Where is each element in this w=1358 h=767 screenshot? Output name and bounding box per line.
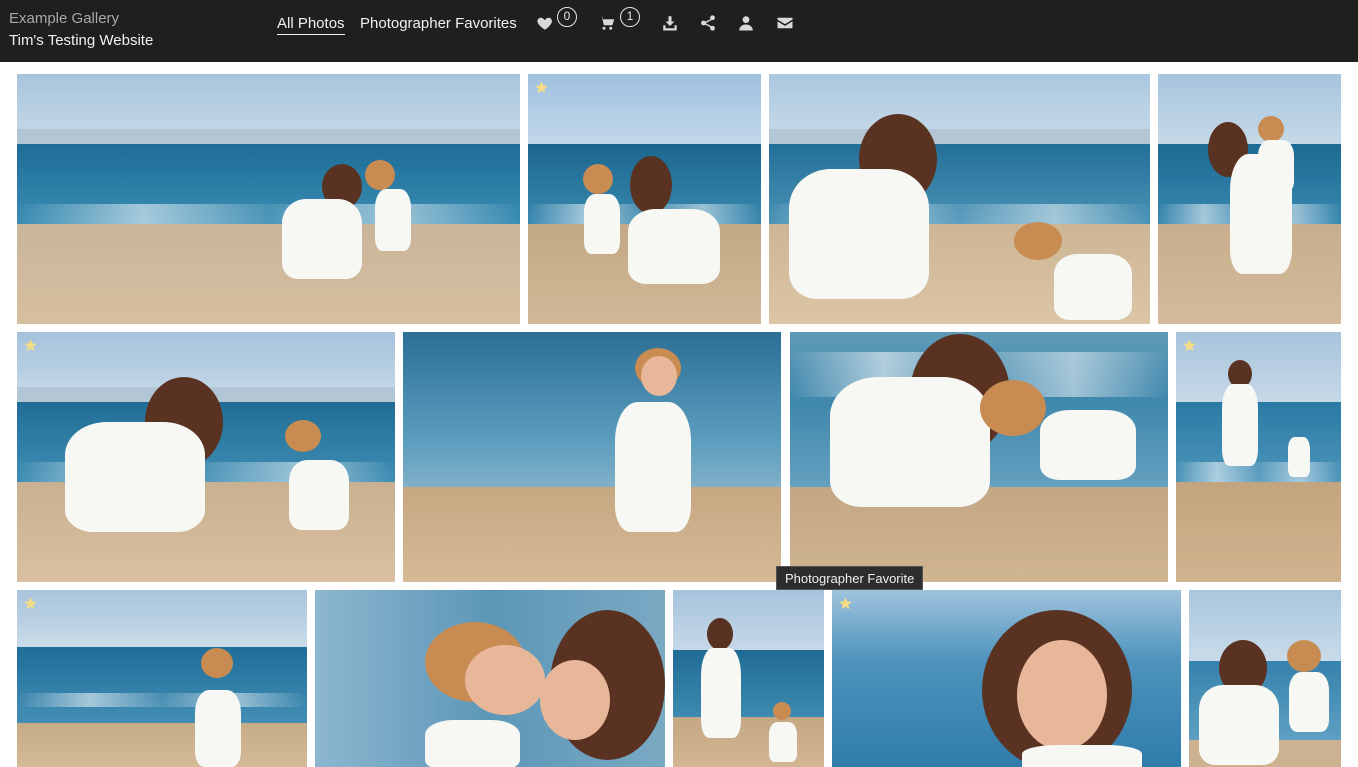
heart-icon[interactable]: [536, 14, 554, 32]
photo-5[interactable]: [17, 332, 395, 582]
photo-8[interactable]: [1176, 332, 1341, 582]
photo-4[interactable]: [1158, 74, 1341, 324]
photo-6[interactable]: [403, 332, 781, 582]
photo-12[interactable]: [832, 590, 1181, 767]
user-icon[interactable]: [737, 14, 755, 32]
cart-icon[interactable]: [598, 14, 616, 32]
nav-photographer-favorites[interactable]: Photographer Favorites: [360, 15, 517, 34]
mail-icon[interactable]: [776, 14, 794, 32]
favorite-star-icon[interactable]: [838, 596, 853, 611]
photo-9[interactable]: [17, 590, 307, 767]
favorite-star-icon[interactable]: [1182, 338, 1197, 353]
photo-3[interactable]: [769, 74, 1150, 324]
photo-13[interactable]: [1189, 590, 1341, 767]
gallery-name: Example Gallery: [9, 10, 120, 27]
site-name: Tim's Testing Website: [9, 32, 154, 49]
photo-2[interactable]: [528, 74, 761, 324]
favorite-tooltip: Photographer Favorite: [776, 566, 924, 590]
favorite-star-icon[interactable]: [23, 338, 38, 353]
favorite-star-icon[interactable]: [23, 596, 38, 611]
photo-7[interactable]: [790, 332, 1168, 582]
share-icon[interactable]: [699, 14, 717, 32]
download-icon[interactable]: [661, 14, 679, 32]
top-bar: Example Gallery Tim's Testing Website Al…: [0, 0, 1358, 62]
favorite-star-icon[interactable]: [534, 80, 549, 95]
photo-11[interactable]: [673, 590, 824, 767]
favorites-count-badge: 0: [557, 7, 577, 27]
photo-10[interactable]: [315, 590, 665, 767]
brand[interactable]: Example Gallery Tim's Testing Website: [9, 8, 153, 52]
nav-all-photos[interactable]: All Photos: [277, 15, 345, 35]
photo-1[interactable]: [17, 74, 520, 324]
cart-count-badge: 1: [620, 7, 640, 27]
